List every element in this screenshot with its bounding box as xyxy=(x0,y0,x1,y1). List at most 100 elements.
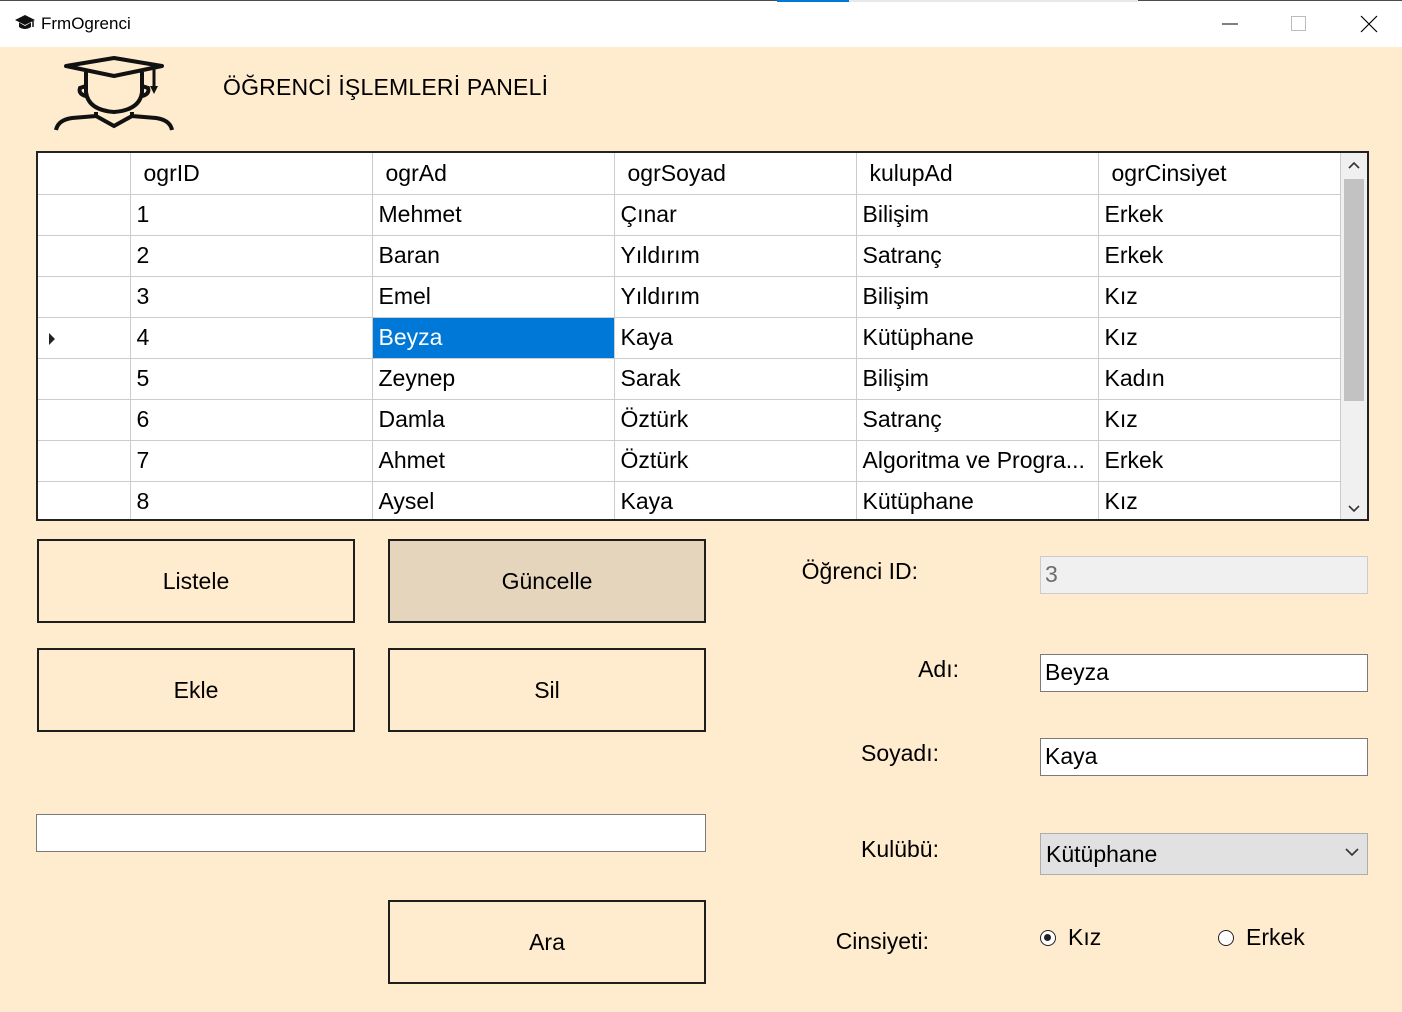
table-row[interactable]: 7 Ahmet Öztürk Algoritma ve Progra... Er… xyxy=(38,440,1341,482)
maximize-icon xyxy=(1291,16,1306,31)
soyadi-label: Soyadı: xyxy=(861,740,939,766)
row-header[interactable] xyxy=(38,481,131,519)
scroll-up-icon[interactable] xyxy=(1348,161,1360,169)
graduation-cap-icon xyxy=(14,13,36,33)
cell-ogrsoyad[interactable]: Yıldırım xyxy=(614,235,857,277)
cell-ograd[interactable]: Ahmet xyxy=(372,440,615,482)
cell-ogrcinsiyet[interactable]: Erkek xyxy=(1098,440,1341,482)
cell-ogrid[interactable]: 8 xyxy=(130,481,373,519)
row-header[interactable] xyxy=(38,276,131,318)
minimize-icon xyxy=(1222,23,1238,25)
cell-ograd[interactable]: Damla xyxy=(372,399,615,441)
cell-ogrcinsiyet[interactable]: Kız xyxy=(1098,481,1341,519)
cell-kulupad[interactable]: Bilişim xyxy=(856,194,1099,236)
column-header[interactable]: ogrID xyxy=(130,153,373,195)
grid-header-row: ogrID ogrAd ogrSoyad kulupAd ogrCinsiyet xyxy=(38,153,1341,195)
cell-ogrsoyad[interactable]: Yıldırım xyxy=(614,276,857,318)
row-header[interactable] xyxy=(38,440,131,482)
listele-button[interactable]: Listele xyxy=(37,539,355,623)
guncelle-button[interactable]: Güncelle xyxy=(388,539,706,623)
cell-ogrid[interactable]: 7 xyxy=(130,440,373,482)
radio-unchecked-icon xyxy=(1218,929,1234,946)
close-icon xyxy=(1360,15,1378,33)
table-row[interactable]: 1 Mehmet Çınar Bilişim Erkek xyxy=(38,194,1341,236)
cell-ograd[interactable]: Aysel xyxy=(372,481,615,519)
radio-checked-icon xyxy=(1040,929,1056,946)
title-accent xyxy=(777,0,849,2)
cell-ograd[interactable]: Baran xyxy=(372,235,615,277)
cell-ogrcinsiyet[interactable]: Erkek xyxy=(1098,235,1341,277)
cell-ogrsoyad[interactable]: Sarak xyxy=(614,358,857,400)
radio-kiz[interactable]: Kız xyxy=(1040,924,1101,951)
table-row[interactable]: 8 Aysel Kaya Kütüphane Kız xyxy=(38,481,1341,519)
row-header[interactable] xyxy=(38,194,131,236)
row-header-current[interactable] xyxy=(38,317,131,359)
cell-ogrsoyad[interactable]: Öztürk xyxy=(614,440,857,482)
table-row[interactable]: 3 Emel Yıldırım Bilişim Kız xyxy=(38,276,1341,318)
table-row-current[interactable]: 4 Beyza Kaya Kütüphane Kız xyxy=(38,317,1341,359)
grid-corner-header[interactable] xyxy=(38,153,131,195)
maximize-button[interactable] xyxy=(1264,1,1334,47)
cell-ograd[interactable]: Mehmet xyxy=(372,194,615,236)
cinsiyeti-label: Cinsiyeti: xyxy=(835,928,929,954)
cell-ogrid[interactable]: 3 xyxy=(130,276,373,318)
column-header[interactable]: ogrSoyad xyxy=(614,153,857,195)
adi-field[interactable]: Beyza xyxy=(1040,654,1368,692)
cell-ograd-selected[interactable]: Beyza xyxy=(372,317,615,359)
row-header[interactable] xyxy=(38,358,131,400)
cell-ogrcinsiyet[interactable]: Kız xyxy=(1098,276,1341,318)
soyadi-field[interactable]: Kaya xyxy=(1040,738,1368,776)
ara-button[interactable]: Ara xyxy=(388,900,706,984)
table-row[interactable]: 2 Baran Yıldırım Satranç Erkek xyxy=(38,235,1341,277)
ogrenci-id-field: 3 xyxy=(1040,556,1368,594)
cell-ogrid[interactable]: 4 xyxy=(130,317,373,359)
cell-ogrid[interactable]: 5 xyxy=(130,358,373,400)
kulubu-dropdown[interactable]: Kütüphane xyxy=(1040,833,1368,875)
minimize-button[interactable] xyxy=(1195,1,1265,47)
cell-ograd[interactable]: Emel xyxy=(372,276,615,318)
cell-ogrcinsiyet[interactable]: Kız xyxy=(1098,399,1341,441)
close-button[interactable] xyxy=(1334,1,1402,47)
cell-kulupad[interactable]: Kütüphane xyxy=(856,481,1099,519)
cell-ogrsoyad[interactable]: Kaya xyxy=(614,481,857,519)
window-title: FrmOgrenci xyxy=(41,14,131,33)
cell-kulupad[interactable]: Bilişim xyxy=(856,276,1099,318)
row-header[interactable] xyxy=(38,399,131,441)
cell-ogrcinsiyet[interactable]: Erkek xyxy=(1098,194,1341,236)
scrollbar-thumb[interactable] xyxy=(1344,179,1364,401)
scroll-down-icon[interactable] xyxy=(1348,505,1360,513)
cell-ograd[interactable]: Zeynep xyxy=(372,358,615,400)
cell-kulupad[interactable]: Satranç xyxy=(856,399,1099,441)
cell-ogrsoyad[interactable]: Çınar xyxy=(614,194,857,236)
cell-ogrcinsiyet[interactable]: Kadın xyxy=(1098,358,1341,400)
table-row[interactable]: 5 Zeynep Sarak Bilişim Kadın xyxy=(38,358,1341,400)
students-data-grid[interactable]: ogrID ogrAd ogrSoyad kulupAd ogrCinsiyet… xyxy=(36,151,1369,521)
grid-vertical-scrollbar[interactable] xyxy=(1341,153,1367,519)
cell-ogrid[interactable]: 1 xyxy=(130,194,373,236)
row-header[interactable] xyxy=(38,235,131,277)
column-header[interactable]: kulupAd xyxy=(856,153,1099,195)
cell-ogrsoyad[interactable]: Öztürk xyxy=(614,399,857,441)
title-bar: FrmOgrenci xyxy=(0,0,1402,47)
cell-ogrsoyad[interactable]: Kaya xyxy=(614,317,857,359)
panel-title: ÖĞRENCİ İŞLEMLERİ PANELİ xyxy=(223,74,549,100)
cell-kulupad[interactable]: Algoritma ve Progra... xyxy=(856,440,1099,482)
cell-kulupad[interactable]: Satranç xyxy=(856,235,1099,277)
grid-table: ogrID ogrAd ogrSoyad kulupAd ogrCinsiyet… xyxy=(38,153,1341,519)
ogrenci-id-label: Öğrenci ID: xyxy=(801,558,918,584)
sil-button[interactable]: Sil xyxy=(388,648,706,732)
column-header[interactable]: ogrCinsiyet xyxy=(1098,153,1341,195)
cell-ogrid[interactable]: 2 xyxy=(130,235,373,277)
cell-ogrid[interactable]: 6 xyxy=(130,399,373,441)
current-row-arrow-icon xyxy=(49,332,55,345)
radio-erkek-label: Erkek xyxy=(1246,924,1305,950)
radio-kiz-label: Kız xyxy=(1068,924,1102,950)
search-input[interactable] xyxy=(36,814,706,852)
table-row[interactable]: 6 Damla Öztürk Satranç Kız xyxy=(38,399,1341,441)
column-header[interactable]: ogrAd xyxy=(372,153,615,195)
cell-kulupad[interactable]: Bilişim xyxy=(856,358,1099,400)
radio-erkek[interactable]: Erkek xyxy=(1218,924,1305,951)
ekle-button[interactable]: Ekle xyxy=(37,648,355,732)
cell-kulupad[interactable]: Kütüphane xyxy=(856,317,1099,359)
cell-ogrcinsiyet[interactable]: Kız xyxy=(1098,317,1341,359)
